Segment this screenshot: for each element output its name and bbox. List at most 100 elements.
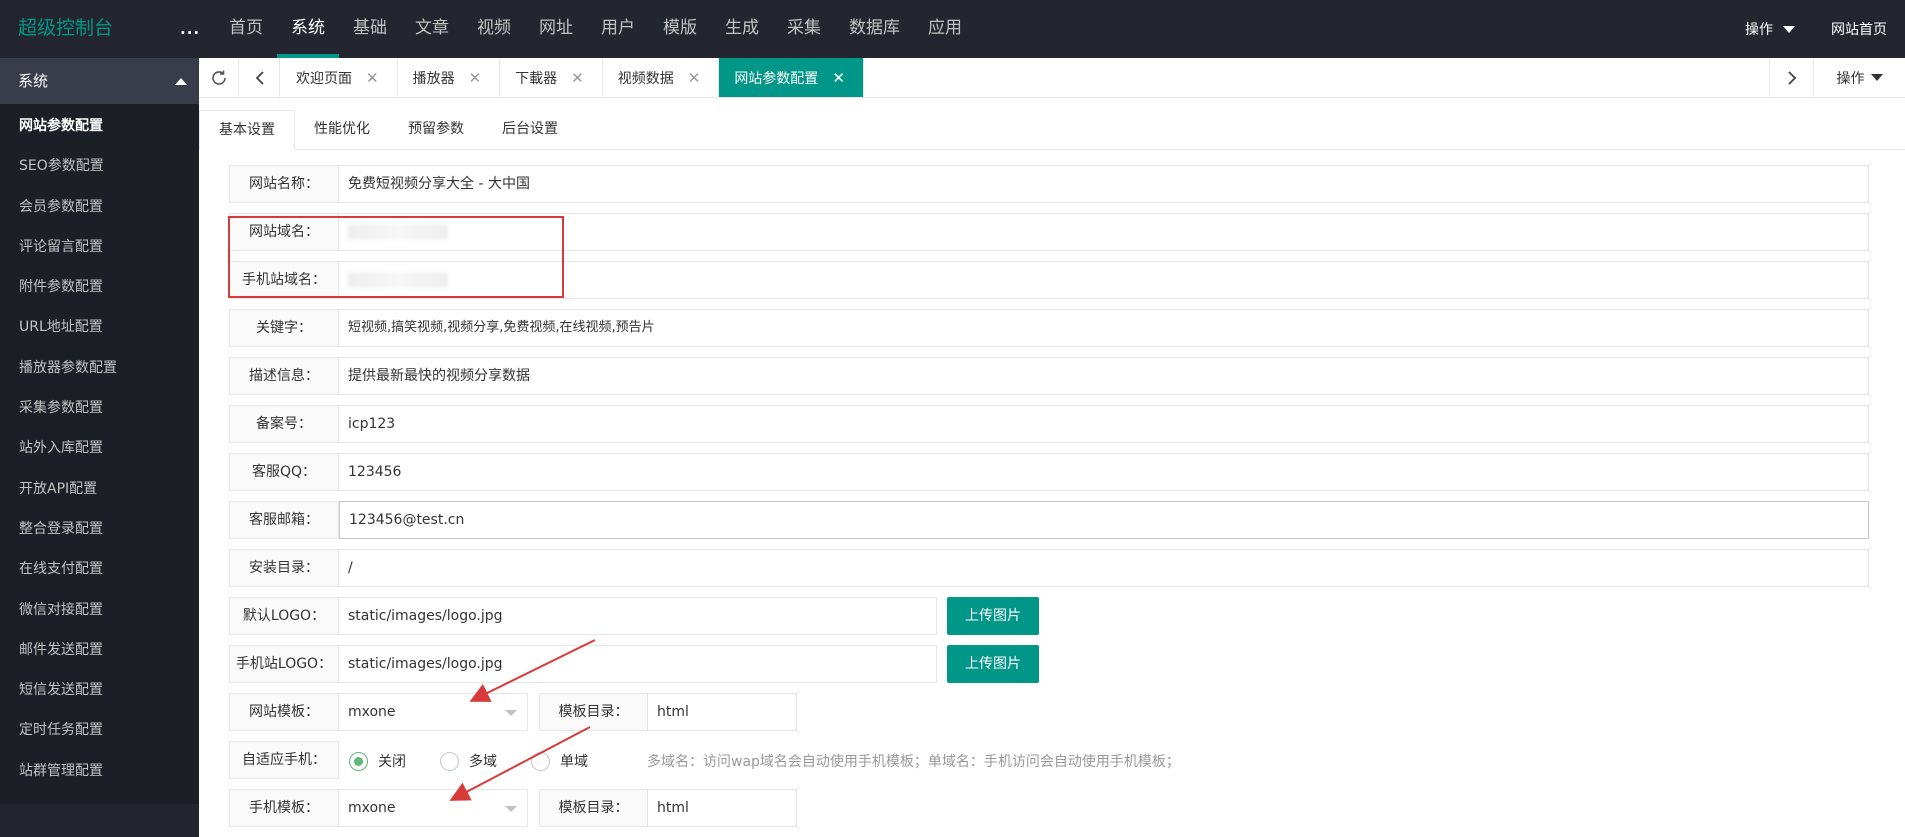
sidebar-header[interactable]: 系统 bbox=[0, 58, 199, 104]
sidebar-item-sitegroup-config[interactable]: 站群管理配置 bbox=[0, 751, 199, 791]
mobile-logo-label: 手机站LOGO： bbox=[229, 645, 339, 683]
close-icon[interactable]: ✕ bbox=[688, 69, 701, 87]
topnav-system[interactable]: 系统 bbox=[277, 0, 339, 58]
tab-performance[interactable]: 性能优化 bbox=[295, 110, 389, 150]
radio-off-label: 关闭 bbox=[378, 754, 406, 770]
sidebar-item-payment-config[interactable]: 在线支付配置 bbox=[0, 549, 199, 589]
topnav-video[interactable]: 视频 bbox=[463, 0, 525, 58]
tabs-prev-button[interactable] bbox=[240, 58, 280, 97]
sidebar-item-wechat-config[interactable]: 微信对接配置 bbox=[0, 590, 199, 630]
radio-multi-domain[interactable]: 多域 bbox=[440, 751, 497, 771]
mobile-logo-input[interactable]: static/images/logo.jpg bbox=[339, 645, 937, 683]
site-name-row: 网站名称： 免费短视频分享大全 - 大中国 bbox=[229, 165, 1869, 203]
chevron-down-icon bbox=[505, 806, 517, 812]
sidebar-item-email-config[interactable]: 邮件发送配置 bbox=[0, 630, 199, 670]
install-dir-input[interactable]: / bbox=[339, 549, 1869, 587]
sidebar-item-cron-config[interactable]: 定时任务配置 bbox=[0, 710, 199, 750]
sidebar-list: 网站参数配置 SEO参数配置 会员参数配置 评论留言配置 附件参数配置 URL地… bbox=[0, 104, 199, 804]
chevron-left-icon bbox=[255, 70, 264, 85]
close-icon[interactable]: ✕ bbox=[469, 69, 482, 87]
sidebar-item-site-config[interactable]: 网站参数配置 bbox=[0, 106, 199, 146]
sidebar-item-import-config[interactable]: 站外入库配置 bbox=[0, 428, 199, 468]
qq-input[interactable]: 123456 bbox=[339, 453, 1869, 491]
adaptive-hint: 多域名：访问wap域名会自动使用手机模板；单域名：手机访问会自动使用手机模板； bbox=[647, 754, 1180, 770]
site-name-input[interactable]: 免费短视频分享大全 - 大中国 bbox=[339, 165, 1869, 203]
sidebar-header-label: 系统 bbox=[18, 72, 49, 90]
topnav-basic[interactable]: 基础 bbox=[339, 0, 401, 58]
radio-off[interactable]: 关闭 bbox=[349, 751, 406, 771]
tab-basic-settings[interactable]: 基本设置 bbox=[199, 110, 295, 150]
topnav-website[interactable]: 网址 bbox=[525, 0, 587, 58]
site-template-dir-label: 模板目录： bbox=[539, 693, 648, 731]
keywords-input[interactable]: 短视频,搞笑视频,视频分享,免费视频,在线视频,预告片 bbox=[339, 309, 1869, 347]
sidebar-item-login-config[interactable]: 整合登录配置 bbox=[0, 509, 199, 549]
email-input[interactable]: 123456@test.cn bbox=[339, 501, 1869, 539]
sidebar-item-collect-config[interactable]: 采集参数配置 bbox=[0, 388, 199, 428]
tabs-operate-label: 操作 bbox=[1836, 70, 1865, 87]
topnav-generate[interactable]: 生成 bbox=[711, 0, 773, 58]
qq-row: 客服QQ： 123456 bbox=[229, 453, 1869, 491]
site-template-dir-input[interactable]: html bbox=[648, 693, 797, 731]
chevron-down-icon bbox=[1783, 25, 1795, 33]
close-icon[interactable]: ✕ bbox=[366, 69, 379, 87]
upload-logo-button[interactable]: 上传图片 bbox=[947, 597, 1039, 635]
app-logo[interactable]: 超级控制台 bbox=[18, 0, 113, 56]
description-input[interactable]: 提供最新最快的视频分享数据 bbox=[339, 357, 1869, 395]
mobile-template-select[interactable]: mxone bbox=[339, 789, 528, 827]
topnav-article[interactable]: 文章 bbox=[401, 0, 463, 58]
sidebar-item-seo-config[interactable]: SEO参数配置 bbox=[0, 146, 199, 186]
sidebar-item-sms-config[interactable]: 短信发送配置 bbox=[0, 670, 199, 710]
operate-menu[interactable]: 操作 bbox=[1727, 19, 1813, 39]
tab-site-config[interactable]: 网站参数配置 ✕ bbox=[719, 58, 864, 97]
close-icon[interactable]: ✕ bbox=[832, 69, 845, 87]
logo-input[interactable]: static/images/logo.jpg bbox=[339, 597, 937, 635]
radio-single-domain[interactable]: 单域 bbox=[531, 751, 588, 771]
sidebar-item-attachment-config[interactable]: 附件参数配置 bbox=[0, 267, 199, 307]
sidebar-item-comment-config[interactable]: 评论留言配置 bbox=[0, 227, 199, 267]
tab-bar: 欢迎页面 ✕ 播放器 ✕ 下載器 ✕ 视频数据 ✕ 网站参数配置 ✕ 操作 bbox=[199, 58, 1905, 98]
sidebar-item-api-config[interactable]: 开放API配置 bbox=[0, 469, 199, 509]
tab-admin-settings[interactable]: 后台设置 bbox=[483, 110, 577, 150]
icp-input[interactable]: icp123 bbox=[339, 405, 1869, 443]
topnav-user[interactable]: 用户 bbox=[587, 0, 649, 58]
sidebar-item-member-config[interactable]: 会员参数配置 bbox=[0, 187, 199, 227]
topnav-database[interactable]: 数据库 bbox=[835, 0, 914, 58]
adaptive-mobile-label: 自适应手机： bbox=[229, 741, 339, 779]
more-menu-icon[interactable]: ... bbox=[180, 0, 200, 58]
topnav-apps[interactable]: 应用 bbox=[914, 0, 976, 58]
keywords-row: 关键字： 短视频,搞笑视频,视频分享,免费视频,在线视频,预告片 bbox=[229, 309, 1869, 347]
mobile-template-label: 手机模板： bbox=[229, 789, 339, 827]
upload-mobile-logo-button[interactable]: 上传图片 bbox=[947, 645, 1039, 683]
qq-label: 客服QQ： bbox=[229, 453, 339, 491]
close-icon[interactable]: ✕ bbox=[571, 69, 584, 87]
sidebar-item-url-config[interactable]: URL地址配置 bbox=[0, 307, 199, 347]
chevron-down-icon bbox=[1870, 74, 1883, 81]
settings-tabs: 基本设置 性能优化 预留参数 后台设置 bbox=[199, 110, 1905, 150]
tab-reserved-params[interactable]: 预留参数 bbox=[389, 110, 483, 150]
tab-label: 播放器 bbox=[412, 70, 455, 87]
mobile-domain-input[interactable] bbox=[339, 261, 1869, 299]
topnav-collect[interactable]: 采集 bbox=[773, 0, 835, 58]
tab-video-data[interactable]: 视频数据 ✕ bbox=[603, 58, 720, 97]
keywords-label: 关键字： bbox=[229, 309, 339, 347]
tab-downloader[interactable]: 下載器 ✕ bbox=[500, 58, 603, 97]
tab-label: 下載器 bbox=[515, 70, 558, 87]
topnav-home[interactable]: 首页 bbox=[215, 0, 277, 58]
tab-welcome[interactable]: 欢迎页面 ✕ bbox=[281, 58, 398, 97]
email-row: 客服邮箱： 123456@test.cn bbox=[229, 501, 1869, 539]
sidebar-item-player-config[interactable]: 播放器参数配置 bbox=[0, 348, 199, 388]
top-right-menu: 操作 网站首页 bbox=[1727, 0, 1905, 58]
logo-row: 默认LOGO： static/images/logo.jpg bbox=[229, 597, 937, 635]
topnav-template[interactable]: 模版 bbox=[649, 0, 711, 58]
radio-unchecked-icon bbox=[531, 751, 550, 771]
site-template-select[interactable]: mxone bbox=[339, 693, 528, 731]
refresh-button[interactable] bbox=[199, 58, 239, 97]
mobile-template-dir-input[interactable]: html bbox=[648, 789, 797, 827]
site-home-link[interactable]: 网站首页 bbox=[1813, 19, 1905, 39]
description-label: 描述信息： bbox=[229, 357, 339, 395]
tabs-operate-menu[interactable]: 操作 bbox=[1813, 58, 1905, 97]
tab-player[interactable]: 播放器 ✕ bbox=[398, 58, 501, 97]
chevron-right-icon bbox=[1787, 70, 1796, 85]
site-domain-input[interactable] bbox=[339, 213, 1869, 251]
tabs-next-button[interactable] bbox=[1769, 58, 1813, 97]
